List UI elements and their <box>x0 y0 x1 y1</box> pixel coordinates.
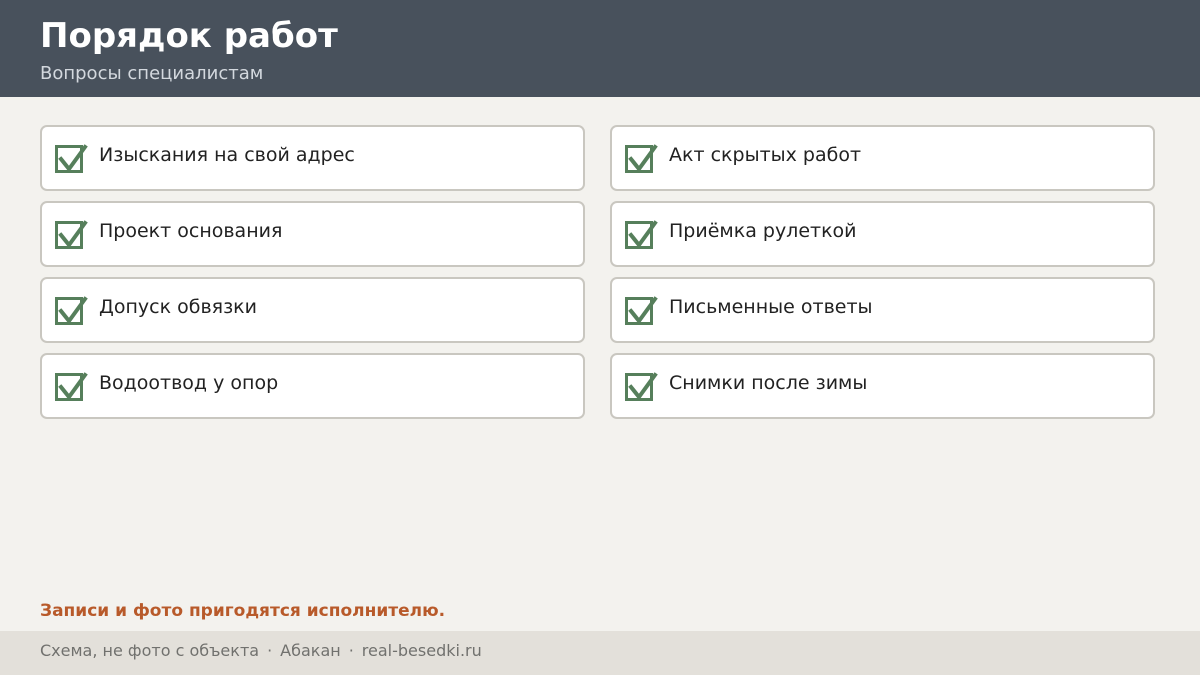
checklist-item: Водоотвод у опор <box>40 353 585 419</box>
footer-text: Схема, не фото с объекта · Абакан · real-bes… <box>40 641 482 661</box>
checklist-item: Допуск обвязки <box>40 277 585 343</box>
checklist-item: Письменные ответы <box>610 277 1155 343</box>
checklist-item: Акт скрытых работ <box>610 125 1155 191</box>
footer-separator: · <box>267 641 273 660</box>
checkbox-checked-icon <box>55 296 88 325</box>
checklist-item-label: Водоотвод у опор <box>99 372 279 394</box>
checklist-item: Проект основания <box>40 201 585 267</box>
checklist-item-label: Приёмка рулеткой <box>669 220 857 242</box>
footer-city: Абакан <box>280 641 341 660</box>
footer-bar: Схема, не фото с объекта · Абакан · real-bes… <box>0 631 1200 675</box>
checklist-item: Снимки после зимы <box>610 353 1155 419</box>
checklist-item-label: Снимки после зимы <box>669 372 868 394</box>
checklist-grid: Изыскания на свой адрес Проект основания… <box>0 0 1200 675</box>
checklist-item-label: Допуск обвязки <box>99 296 257 318</box>
checklist-item: Приёмка рулеткой <box>610 201 1155 267</box>
checkbox-checked-icon <box>625 220 658 249</box>
checkbox-checked-icon <box>55 372 88 401</box>
checklist-item-label: Изыскания на свой адрес <box>99 144 355 166</box>
checklist-item: Изыскания на свой адрес <box>40 125 585 191</box>
footer-site: real-besedki.ru <box>361 641 482 660</box>
checkbox-checked-icon <box>625 296 658 325</box>
checkbox-checked-icon <box>55 220 88 249</box>
checkbox-checked-icon <box>55 144 88 173</box>
footer-caption: Схема, не фото с объекта <box>40 641 260 660</box>
checklist-item-label: Акт скрытых работ <box>669 144 862 166</box>
checklist-item-label: Проект основания <box>99 220 283 242</box>
footer-separator: · <box>348 641 354 660</box>
note-text: Записи и фото пригодятся исполнителю. <box>40 601 446 621</box>
checkbox-checked-icon <box>625 144 658 173</box>
checkbox-checked-icon <box>625 372 658 401</box>
checklist-item-label: Письменные ответы <box>669 296 873 318</box>
